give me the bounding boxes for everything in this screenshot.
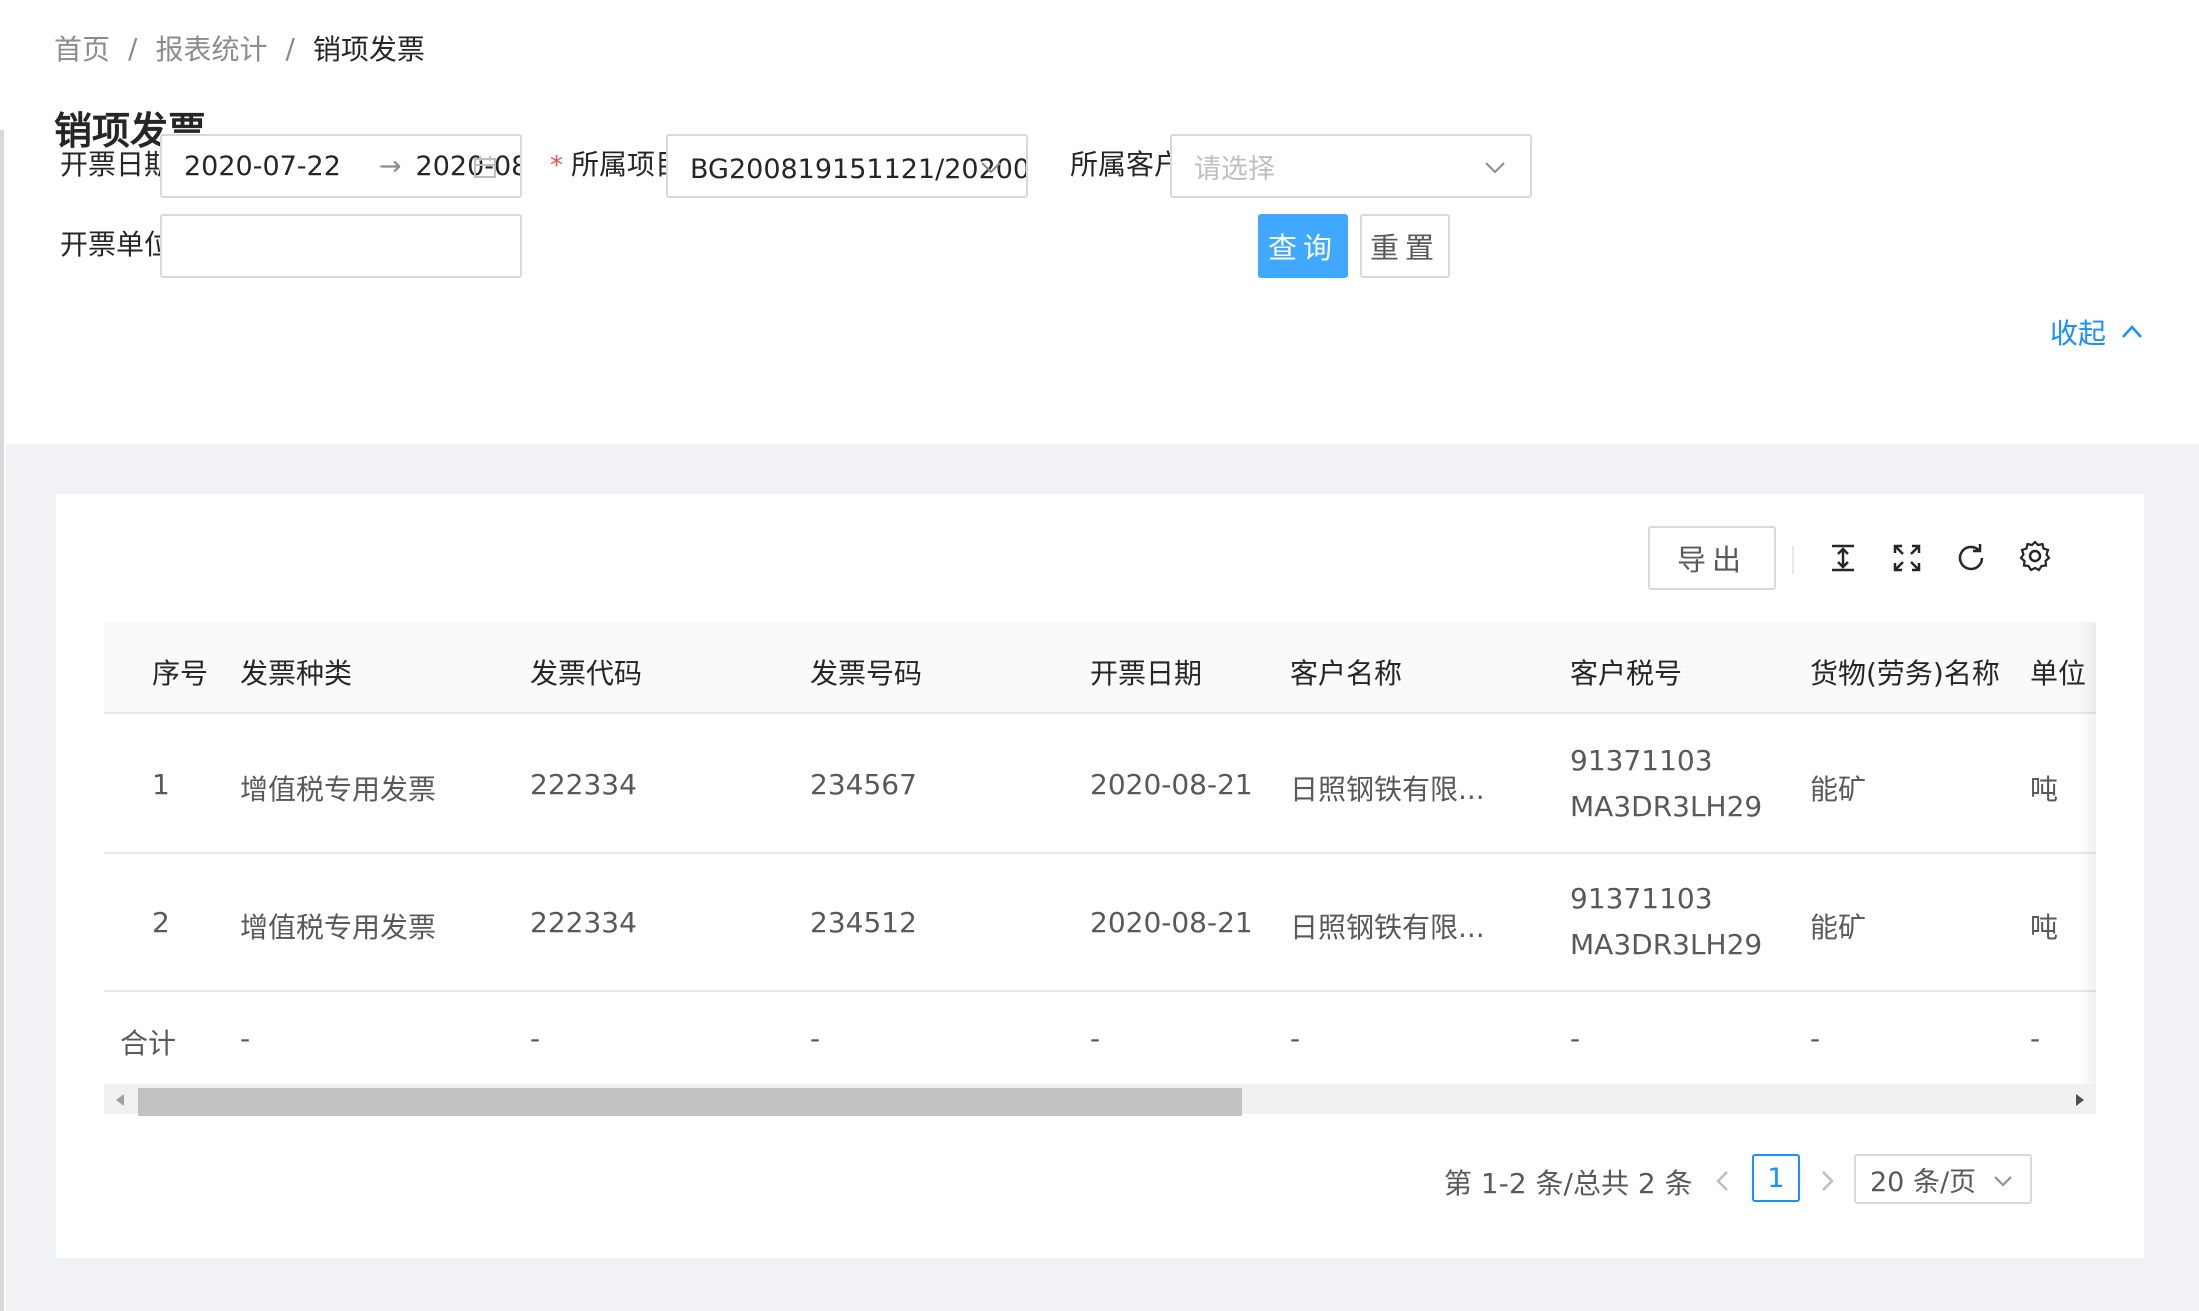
scroll-left-icon[interactable] — [114, 1093, 126, 1107]
scrollbar-thumb[interactable] — [138, 1088, 1242, 1116]
reset-button[interactable]: 重置 — [1360, 214, 1450, 278]
cell-invoice-number: 234567 — [810, 768, 917, 801]
chevron-down-icon — [981, 162, 1001, 174]
customer-select[interactable]: 请选择 — [1170, 134, 1532, 198]
left-divider — [0, 130, 4, 1311]
table-row[interactable]: 1 增值税专用发票 222334 234567 2020-08-21 日照钢铁有… — [104, 716, 2096, 854]
cell-customer-tax-no-line1: 91371103 — [1570, 882, 1713, 915]
page-1-button[interactable]: 1 — [1752, 1154, 1800, 1202]
cell-customer-tax-no-line1: 91371103 — [1570, 744, 1713, 777]
summary-cell: - — [1090, 1022, 1101, 1055]
cell-index: 1 — [152, 768, 170, 801]
col-invoice-type: 发票种类 — [240, 657, 353, 690]
cell-invoice-type: 增值税专用发票 — [240, 911, 437, 944]
col-invoice-code: 发票代码 — [530, 657, 643, 690]
prev-page-icon[interactable] — [1712, 1168, 1734, 1194]
chevron-down-icon — [1994, 1176, 2012, 1187]
col-goods-name: 货物(劳务)名称 — [1810, 657, 2000, 690]
breadcrumb-home[interactable]: 首页 — [54, 28, 110, 68]
summary-cell: - — [240, 1022, 251, 1055]
unit-input[interactable] — [160, 214, 522, 278]
breadcrumb-current: 销项发票 — [312, 33, 425, 66]
summary-row: 合计 - - - - - - - - — [104, 992, 2096, 1086]
collapse-link[interactable]: 收起 — [2050, 312, 2144, 352]
horizontal-scrollbar[interactable] — [104, 1084, 2096, 1116]
cell-invoice-number: 234512 — [810, 906, 917, 939]
summary-cell: - — [530, 1022, 541, 1055]
fixed-column-shadow — [2078, 622, 2096, 1084]
summary-label: 合计 — [120, 1027, 177, 1060]
cell-invoice-type: 增值税专用发票 — [240, 773, 437, 806]
next-page-icon[interactable] — [1816, 1168, 1838, 1194]
page-size-select[interactable]: 20 条/页 — [1854, 1154, 2032, 1204]
date-end[interactable]: 2020-08-22 — [416, 151, 520, 182]
page-header: 首页 / 报表统计 / 销项发票 销项发票 开票日期: 2020-07-22 →… — [6, 0, 2199, 444]
data-table: 序号 发票种类 发票代码 发票号码 开票日期 客户名称 客户税号 货物(劳务)名… — [104, 622, 2096, 1112]
cell-invoice-date: 2020-08-21 — [1090, 768, 1253, 801]
cell-customer-tax-no-line2: MA3DR3LH29 — [1570, 928, 1763, 961]
pagination-total: 第 1-2 条/总共 2 条 — [1444, 1167, 1693, 1200]
breadcrumb-reports[interactable]: 报表统计 — [155, 28, 267, 68]
summary-cell: - — [1290, 1022, 1301, 1055]
table-card: 导出 序号 发票种类 发票代码 发票号码 开票日期 客户名称 客户税号 货物(劳… — [56, 494, 2144, 1258]
fullscreen-icon[interactable] — [1890, 541, 1924, 575]
toolbar-divider — [1792, 546, 1794, 574]
export-button[interactable]: 导出 — [1648, 526, 1776, 590]
breadcrumb-separator: / — [285, 31, 295, 65]
setting-icon[interactable] — [2018, 539, 2052, 573]
summary-cell: - — [2030, 1022, 2041, 1055]
summary-cell: - — [810, 1022, 821, 1055]
cell-customer-tax-no-line2: MA3DR3LH29 — [1570, 790, 1763, 823]
breadcrumb-separator: / — [128, 31, 138, 65]
collapse-label: 收起 — [2050, 317, 2107, 350]
scroll-right-icon[interactable] — [2074, 1093, 2086, 1107]
cell-invoice-code: 222334 — [530, 906, 637, 939]
col-invoice-date: 开票日期 — [1090, 657, 1203, 690]
calendar-icon — [474, 156, 496, 178]
col-invoice-number: 发票号码 — [810, 657, 923, 690]
cell-unit: 吨 — [2030, 911, 2059, 944]
date-range-picker[interactable]: 2020-07-22 → 2020-08-22 — [160, 134, 522, 198]
cell-unit: 吨 — [2030, 773, 2059, 806]
cell-index: 2 — [152, 906, 170, 939]
col-customer-name: 客户名称 — [1290, 657, 1403, 690]
summary-cell: - — [1570, 1022, 1581, 1055]
chevron-down-icon — [1485, 162, 1505, 174]
required-mark: * — [550, 151, 563, 181]
chevron-up-icon — [2122, 325, 2142, 338]
column-height-icon[interactable] — [1826, 541, 1860, 575]
cell-goods-name: 能矿 — [1810, 911, 1867, 944]
customer-select-placeholder: 请选择 — [1194, 153, 1275, 185]
date-start[interactable]: 2020-07-22 — [184, 151, 341, 182]
cell-goods-name: 能矿 — [1810, 773, 1867, 806]
project-select[interactable]: BG200819151121/20200819测... — [666, 134, 1028, 198]
cell-customer-name: 日照钢铁有限... — [1290, 773, 1485, 806]
col-index: 序号 — [152, 657, 209, 690]
cell-customer-name: 日照钢铁有限... — [1290, 911, 1485, 944]
summary-cell: - — [1810, 1022, 1821, 1055]
table-header: 序号 发票种类 发票代码 发票号码 开票日期 客户名称 客户税号 货物(劳务)名… — [104, 622, 2096, 714]
date-arrow-icon: → — [378, 150, 402, 182]
cell-invoice-code: 222334 — [530, 768, 637, 801]
col-customer-tax-no: 客户税号 — [1570, 657, 1683, 690]
cell-invoice-date: 2020-08-21 — [1090, 906, 1253, 939]
page-size-value: 20 条/页 — [1870, 1166, 1977, 1198]
reload-icon[interactable] — [1954, 541, 1988, 575]
query-button[interactable]: 查询 — [1258, 214, 1348, 278]
breadcrumb: 首页 / 报表统计 / 销项发票 — [54, 28, 425, 68]
table-row[interactable]: 2 增值税专用发票 222334 234512 2020-08-21 日照钢铁有… — [104, 854, 2096, 992]
